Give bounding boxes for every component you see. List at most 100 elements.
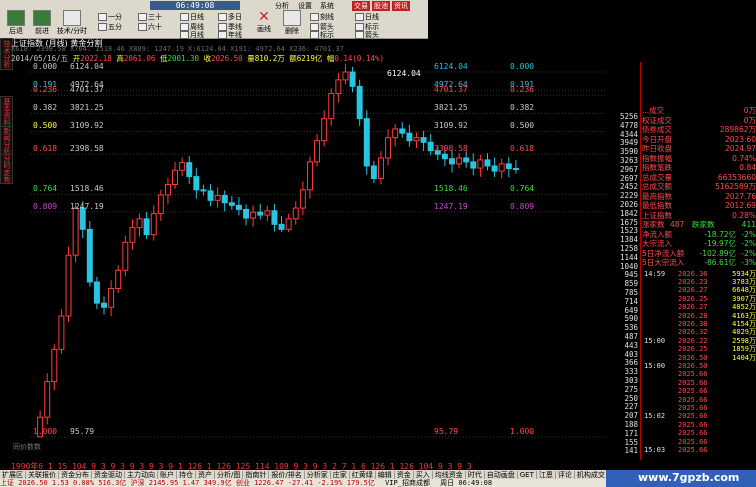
menu-news[interactable]: 资讯	[392, 1, 410, 11]
fib-value-label: 95.79	[70, 427, 95, 436]
tick-row: 2026.50 1404万	[678, 353, 756, 362]
price-tick: 4344	[619, 129, 638, 139]
draw-line-button[interactable]: ✕ 画线	[250, 10, 278, 34]
price-tick: 2229	[619, 191, 638, 201]
delete-line-button[interactable]: 删除	[278, 10, 306, 36]
tech-timeshare-button[interactable]: 技术/分时	[54, 10, 90, 36]
bottom-tab[interactable]: 买入	[413, 471, 433, 479]
candle-body	[101, 302, 107, 308]
date-axis: 1990年6 1 15 104 9 3 9 3 9 3 9 3 9 1 126 …	[11, 461, 606, 470]
candle-body	[420, 137, 427, 143]
tick-row: 2026.25 3907万	[678, 294, 756, 303]
period-30min[interactable]: 三十	[138, 12, 162, 22]
period-5min[interactable]: 五分	[98, 22, 122, 32]
candle-body	[228, 202, 235, 206]
fib-right-ratio-label: 1.000	[510, 427, 535, 436]
price-tick: 366	[624, 358, 638, 368]
tick-row: 2026.25 1859万	[678, 345, 756, 354]
status-promo[interactable]: VIP_招商成都	[385, 479, 430, 487]
candle-body	[377, 157, 384, 180]
flow-row: 净流入额 -18.72亿 -2%	[642, 229, 756, 239]
bottom-tab[interactable]: 资产	[196, 471, 215, 479]
bottom-tab[interactable]: GET	[517, 471, 537, 479]
bottom-tab[interactable]: 庄家	[330, 471, 350, 479]
tool-scale[interactable]: 刻线	[310, 12, 334, 22]
candle-body	[250, 211, 257, 219]
candle-body	[299, 189, 306, 209]
bottom-tab[interactable]: 资金	[394, 471, 414, 479]
bottom-tab[interactable]: 分析/图	[215, 471, 244, 479]
bottom-tab[interactable]: 报价/排名	[269, 471, 305, 479]
candle-body	[392, 128, 399, 139]
candle-body	[221, 194, 228, 204]
fib-summary-line: X618: 2398.58 X764: 1518.46 X809: 1247.1…	[11, 45, 344, 53]
bottom-tab[interactable]: 关联报价	[26, 471, 59, 479]
eraser-icon	[283, 10, 301, 26]
period-multiday[interactable]: 多日	[218, 12, 242, 22]
bottom-tab[interactable]: 扩展区	[0, 471, 26, 479]
bottom-tab[interactable]: 持仓	[177, 471, 196, 479]
tick-row: 15:02 2025.66	[644, 412, 708, 421]
back-button[interactable]: 后退	[2, 10, 30, 36]
tick-row: 2026.27 4052万	[678, 303, 756, 312]
fib-value-label: 3109.92	[70, 121, 104, 131]
candle-body	[456, 157, 463, 165]
bottom-tab[interactable]: 江恩	[536, 471, 556, 479]
quote-row: 最高指数 2027.76	[642, 191, 756, 201]
candle-body	[164, 184, 171, 196]
candle-body	[314, 140, 321, 163]
candle-body	[328, 92, 335, 120]
candle-body	[363, 118, 370, 167]
bottom-tab[interactable]: 评论	[555, 471, 575, 479]
price-tick: 487	[624, 332, 638, 341]
bottom-tab[interactable]: 主力动向	[125, 471, 158, 479]
fib-right-value-label: 4701.37	[434, 85, 468, 95]
period-day[interactable]: 日线	[180, 12, 204, 22]
menu-system[interactable]: 系统	[320, 1, 334, 11]
right-panel: 5256 4778 4344 3949 3590 3263 2967 2697 2452 2229…	[614, 62, 756, 462]
menu-stockpool[interactable]: 股池	[372, 1, 390, 11]
bottom-tab[interactable]: 分析家	[304, 471, 331, 479]
candle-body	[477, 159, 484, 169]
tick-row: 2025.66	[678, 420, 708, 429]
bottom-tab[interactable]: 时代	[465, 471, 485, 479]
quote-row: 今日开盘 2023.60	[642, 134, 756, 144]
bottom-tab[interactable]: 资金分布	[59, 471, 92, 479]
candle-body	[406, 132, 413, 142]
candle-body	[79, 207, 86, 230]
period-60min[interactable]: 六十	[138, 22, 162, 32]
candle-body	[427, 141, 434, 152]
candle-body	[370, 165, 377, 180]
candle-body	[505, 163, 512, 170]
forward-button[interactable]: 前进	[28, 10, 56, 36]
candle-body	[257, 211, 264, 216]
candle-body	[44, 381, 51, 418]
price-tick: 3263	[619, 156, 638, 165]
tick-row: 2026.38 4154万	[678, 319, 756, 328]
bottom-tab[interactable]: 资金驱动	[92, 471, 125, 479]
price-tick: 3590	[619, 147, 638, 157]
price-tick: 2697	[619, 173, 638, 183]
bottom-tab[interactable]: 机构成交	[574, 471, 606, 479]
quote-info: ...成交 0万 权证成交 0万 债券成交 289862万 今日开盘 2023.60 昨日收盘 2…	[640, 62, 756, 460]
bottom-tab[interactable]: 编辑	[375, 471, 395, 479]
price-tick: 859	[624, 279, 638, 289]
fib-right-ratio-label: 0.382	[510, 103, 535, 113]
price-tick: 207	[624, 411, 638, 421]
price-tick: 3949	[619, 138, 638, 148]
bottom-tab[interactable]: 自动画盘	[484, 471, 518, 479]
tool-day-line[interactable]: 日线	[355, 12, 379, 22]
bottom-tab[interactable]: 指南针	[243, 471, 270, 479]
menu-trade[interactable]: 交易	[352, 1, 370, 11]
candle-body	[115, 269, 122, 289]
bottom-tab[interactable]: 账户	[158, 471, 177, 479]
bottom-tab[interactable]: 均线资金	[432, 471, 466, 479]
price-tick: 275	[624, 384, 638, 394]
candle-body	[413, 137, 420, 142]
candle-body	[498, 163, 505, 172]
bottom-tab[interactable]: 红黄绿	[349, 471, 376, 479]
price-tick: 1675	[619, 217, 638, 227]
fib-right-value-label: 2398.58	[434, 144, 468, 154]
fib-right-value-label: 1247.19	[434, 201, 468, 211]
period-1min[interactable]: 一分	[98, 12, 122, 22]
